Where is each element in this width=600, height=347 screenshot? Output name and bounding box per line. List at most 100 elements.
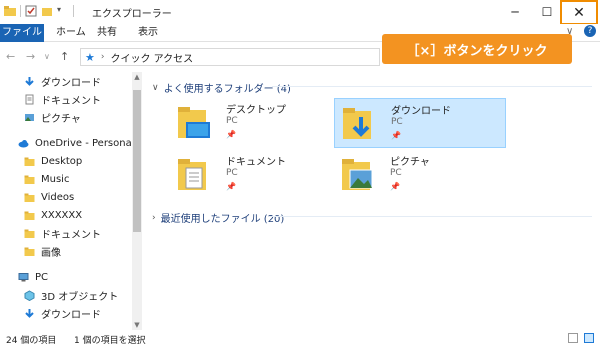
- folder-icon: [24, 211, 35, 220]
- frequent-folders-header[interactable]: ∨ よく使用するフォルダー (4): [152, 80, 291, 96]
- document-icon: [25, 94, 34, 104]
- folder-icon: [24, 247, 35, 256]
- pin-icon: 📌: [226, 182, 236, 191]
- tab-view[interactable]: 表示: [138, 24, 158, 42]
- sidebar-item-label: ダウンロード: [41, 309, 101, 321]
- tab-share[interactable]: 共有: [97, 24, 117, 42]
- sidebar-item-label: XXXXXX: [41, 209, 83, 221]
- tab-home[interactable]: ホーム: [56, 24, 86, 42]
- sidebar-item-videos[interactable]: Videos: [24, 188, 74, 206]
- recent-files-header[interactable]: › 最近使用したファイル (20): [152, 210, 285, 226]
- sidebar-item-documents[interactable]: ドキュメント 📌: [24, 90, 101, 108]
- sidebar-item-label: OneDrive - Personal: [35, 137, 132, 149]
- folder-name: ドキュメント: [226, 157, 286, 168]
- customize-dropdown-icon[interactable]: ▾: [57, 5, 69, 17]
- breadcrumb-separator[interactable]: ›: [101, 52, 105, 62]
- folder-tile-documents[interactable]: ドキュメント PC 📌: [170, 150, 342, 200]
- properties-icon[interactable]: [25, 5, 37, 17]
- help-icon[interactable]: ?: [584, 25, 596, 37]
- navigation-bar: ← → ∨ ↑ ★ › クイック アクセス: [0, 44, 600, 70]
- sidebar-item-label: Music: [41, 173, 70, 185]
- download-icon: [25, 308, 34, 318]
- 3d-objects-icon: [24, 289, 35, 301]
- folder-location: PC: [226, 168, 238, 178]
- back-button[interactable]: ←: [6, 50, 15, 63]
- sidebar-item-label: 画像: [41, 247, 61, 259]
- pc-icon: [18, 272, 29, 281]
- quick-access-star-icon: ★: [85, 50, 95, 64]
- recent-locations-button[interactable]: ∨: [44, 52, 50, 61]
- folder-tile-desktop[interactable]: デスクトップ PC 📌: [170, 98, 342, 148]
- new-folder-icon[interactable]: [41, 5, 53, 17]
- documents-folder-icon: [178, 159, 206, 190]
- sidebar-item-xxxxxx[interactable]: XXXXXX: [24, 206, 82, 224]
- separator: [20, 5, 21, 17]
- folder-name: ピクチャ: [390, 157, 430, 168]
- pin-icon: 📌: [391, 131, 401, 140]
- maximize-button[interactable]: ☐: [530, 0, 564, 24]
- cloud-icon: [18, 139, 29, 147]
- title-bar: ▾ エクスプローラー ─ ☐ ✕: [0, 0, 600, 25]
- scrollbar-thumb[interactable]: [133, 90, 141, 232]
- download-icon: [25, 76, 34, 86]
- item-count: 24 個の項目: [6, 336, 57, 346]
- chevron-down-icon: ∨: [152, 82, 159, 93]
- sidebar-item-downloads[interactable]: ダウンロード 📌: [24, 72, 101, 90]
- folder-name: ダウンロード: [391, 106, 451, 117]
- status-bar: 24 個の項目 1 個の項目を選択: [0, 330, 600, 347]
- sidebar-item-label: PC: [35, 271, 49, 283]
- folder-icon: [24, 193, 35, 202]
- section-divider: [272, 86, 592, 87]
- chevron-right-icon: ›: [152, 212, 156, 223]
- folder-tile-pictures[interactable]: ピクチャ PC 📌: [334, 150, 506, 200]
- sidebar-item-label: ドキュメント: [41, 95, 101, 107]
- sidebar-item-label: ピクチャ: [41, 113, 81, 125]
- pin-icon: 📌: [226, 130, 236, 139]
- sidebar-item-onedrive-documents[interactable]: ドキュメント: [24, 224, 101, 242]
- sidebar-item-label: Videos: [41, 191, 75, 203]
- sidebar-item-label: Desktop: [41, 155, 83, 167]
- pin-icon: 📌: [390, 182, 400, 191]
- folder-icon: [24, 175, 35, 184]
- sidebar-item-pc-downloads[interactable]: ダウンロード: [24, 304, 101, 322]
- address-bar[interactable]: ★ › クイック アクセス: [80, 48, 380, 66]
- sidebar-item-label: 3D オブジェクト: [41, 291, 119, 303]
- up-button[interactable]: ↑: [60, 50, 69, 63]
- folder-icon[interactable]: [4, 5, 16, 17]
- sidebar-item-images[interactable]: 画像: [24, 242, 61, 260]
- sidebar-item-3d-objects[interactable]: 3D オブジェクト: [24, 286, 118, 304]
- tab-file[interactable]: ファイル: [0, 24, 44, 42]
- forward-button[interactable]: →: [26, 50, 35, 63]
- minimize-button[interactable]: ─: [498, 0, 532, 24]
- downloads-folder-icon: [343, 108, 371, 139]
- folder-location: PC: [226, 116, 238, 126]
- large-icons-view-icon[interactable]: [584, 333, 594, 343]
- sidebar-item-onedrive[interactable]: OneDrive - Personal: [18, 134, 132, 152]
- separator: [73, 5, 74, 17]
- details-view-icon[interactable]: [568, 333, 578, 343]
- sidebar-item-pictures[interactable]: ピクチャ 📌: [24, 108, 81, 126]
- folder-name: デスクトップ: [226, 105, 286, 116]
- navigation-pane: ダウンロード 📌 ドキュメント 📌 ピクチャ 📌 OneDrive - Pers…: [0, 72, 132, 330]
- selection-count: 1 個の項目を選択: [74, 336, 146, 346]
- scroll-down-arrow-icon[interactable]: ▼: [132, 320, 142, 330]
- pictures-folder-icon: [342, 159, 373, 190]
- folder-tile-downloads[interactable]: ダウンロード PC 📌: [334, 98, 506, 148]
- sidebar-item-desktop[interactable]: Desktop: [24, 152, 82, 170]
- window-title: エクスプローラー: [92, 9, 172, 20]
- folder-icon: [24, 157, 35, 166]
- close-button[interactable]: ✕: [560, 0, 598, 25]
- sidebar-item-label: ダウンロード: [41, 77, 101, 89]
- section-title: 最近使用したファイル (20): [160, 214, 285, 225]
- section-title: よく使用するフォルダー (4): [163, 84, 291, 95]
- sidebar-scrollbar[interactable]: ▲ ▼: [132, 72, 142, 330]
- folder-icon: [24, 229, 35, 238]
- sidebar-item-label: ドキュメント: [41, 229, 101, 241]
- quick-access-toolbar: ▾: [4, 5, 74, 17]
- sidebar-item-pc[interactable]: PC: [18, 268, 48, 286]
- section-divider: [270, 216, 592, 217]
- content-pane: ∨ よく使用するフォルダー (4) デスクトップ PC 📌 ダウンロード PC …: [142, 72, 600, 330]
- breadcrumb-quick-access[interactable]: クイック アクセス: [110, 50, 193, 65]
- sidebar-item-music[interactable]: Music: [24, 170, 69, 188]
- scroll-up-arrow-icon[interactable]: ▲: [132, 72, 142, 82]
